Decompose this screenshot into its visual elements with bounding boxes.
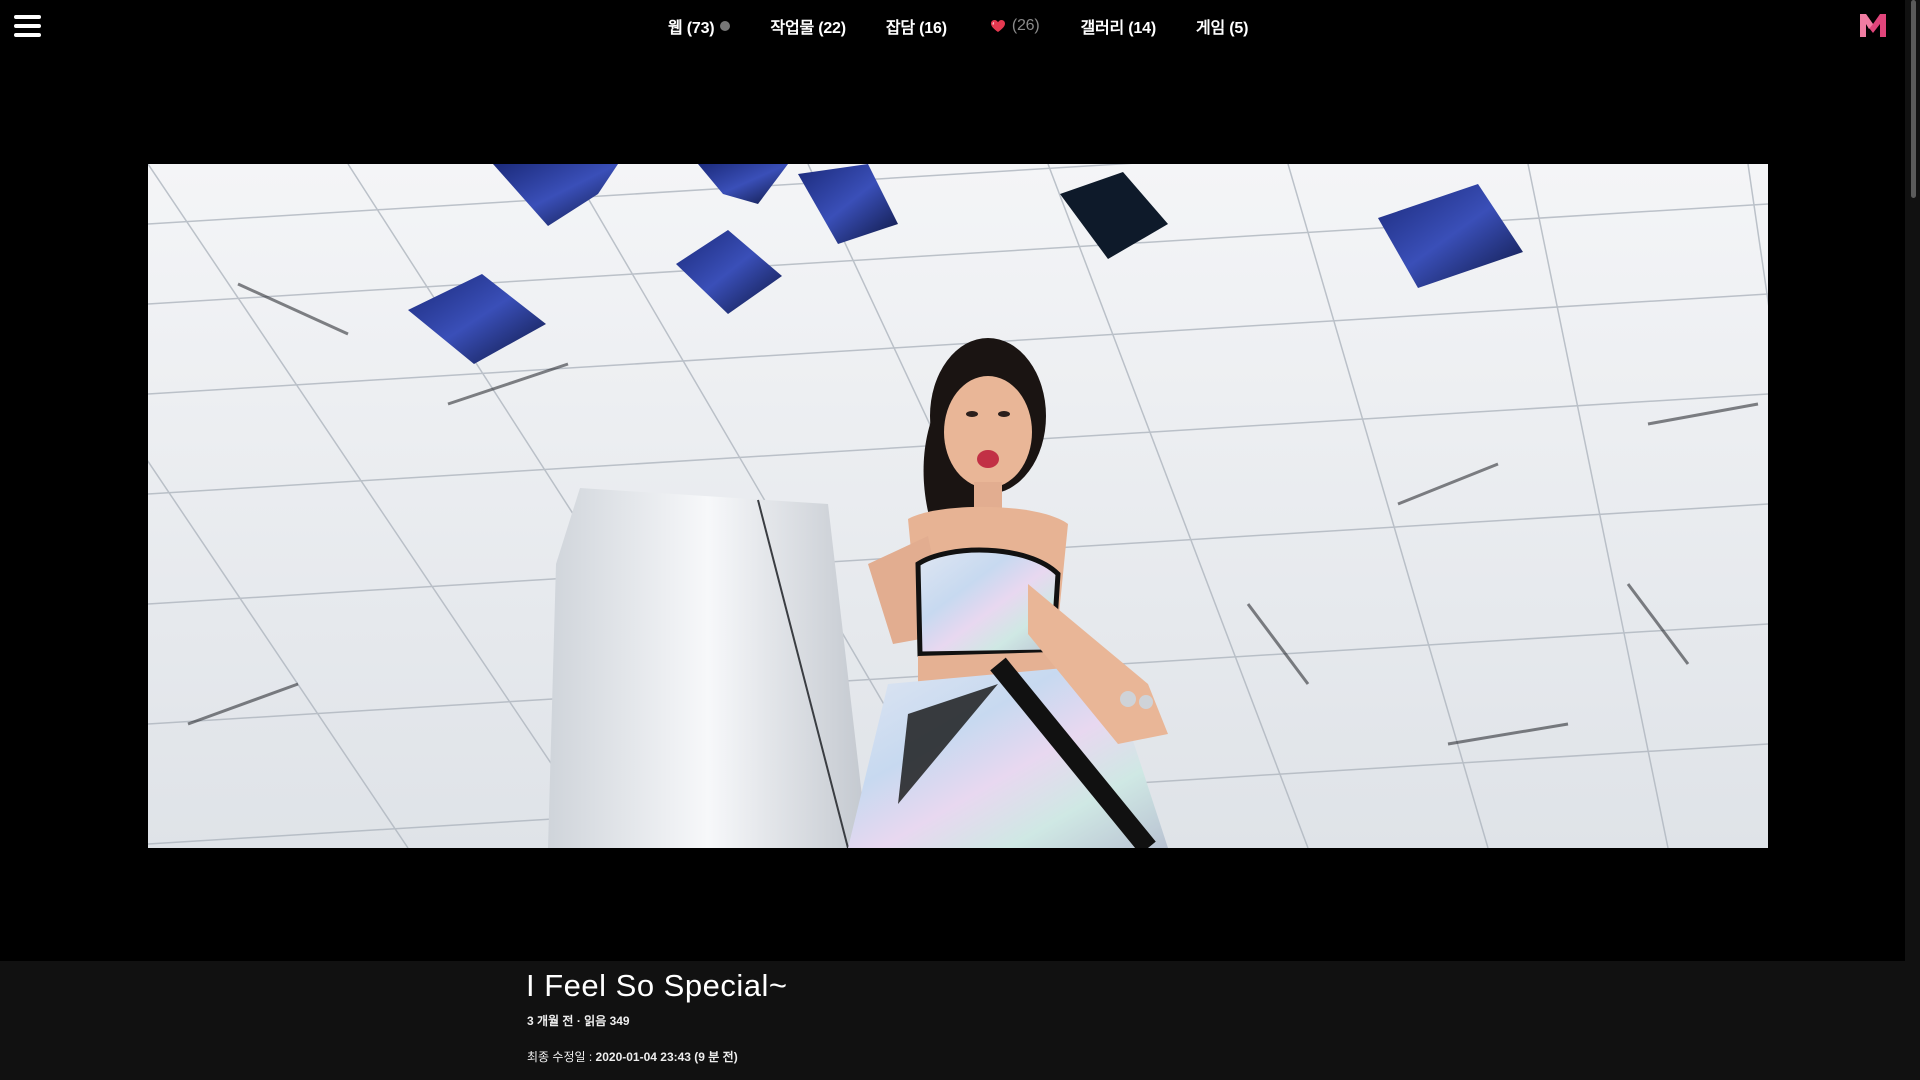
- nav-item-favorites[interactable]: (26): [990, 14, 1040, 38]
- nav-item-label: 웹 (73): [668, 20, 715, 37]
- heart-icon: [990, 20, 1005, 32]
- new-indicator-dot: [720, 21, 731, 31]
- music-video-still: [148, 164, 1768, 848]
- nav-item-label: 작업물 (22): [770, 20, 846, 37]
- nav-item-label: 갤러리 (14): [1080, 20, 1157, 37]
- nav-item-label: 게임 (5): [1195, 20, 1249, 37]
- read-count: 읽음 349: [584, 1014, 630, 1028]
- top-navigation-bar: 웹 (73) 작업물 (22) 잡담 (16) (26) 갤러리 (14) 게임…: [0, 0, 1905, 52]
- post-updated: 최종 수정일 : 2020-01-04 23:43 (9 분 전): [527, 1048, 738, 1065]
- scrollbar-thumb[interactable]: [1911, 0, 1916, 198]
- nav-item-chat[interactable]: 잡담 (16): [886, 14, 947, 38]
- nav-item-gallery[interactable]: 갤러리 (14): [1080, 14, 1157, 38]
- updated-label: 최종 수정일 :: [527, 1050, 596, 1064]
- menu-icon[interactable]: [14, 14, 42, 38]
- post-age: 3 개월 전: [527, 1014, 574, 1028]
- featured-image: [148, 164, 1768, 848]
- category-nav: 웹 (73) 작업물 (22) 잡담 (16) (26) 갤러리 (14) 게임…: [668, 14, 1248, 38]
- post-meta: 3 개월 전 · 읽음 349: [527, 1012, 630, 1029]
- nav-item-games[interactable]: 게임 (5): [1196, 14, 1248, 38]
- logo-icon[interactable]: [1858, 11, 1888, 39]
- nav-item-label: (26): [1011, 17, 1040, 34]
- nav-item-works[interactable]: 작업물 (22): [770, 14, 846, 38]
- updated-value: 2020-01-04 23:43 (9 분 전): [595, 1050, 738, 1064]
- post-info-bar: [0, 961, 1905, 1080]
- nav-item-label: 잡담 (16): [885, 20, 947, 37]
- post-title: I Feel So Special~: [526, 968, 788, 1003]
- meta-separator: ·: [576, 1014, 581, 1028]
- nav-item-web[interactable]: 웹 (73): [668, 14, 731, 38]
